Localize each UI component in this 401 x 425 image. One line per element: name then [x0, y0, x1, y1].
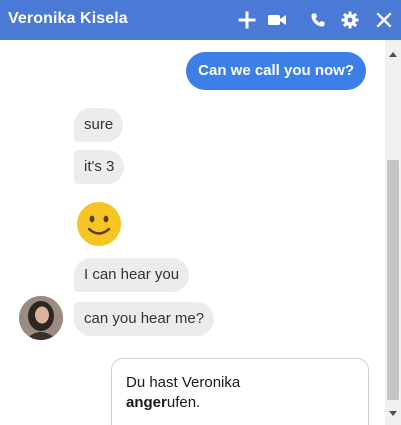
video-camera-icon[interactable]	[265, 8, 289, 32]
call-notice-line2: angerufen.	[126, 393, 354, 413]
chat-window: Veronika Kisela Can we call you now? sur…	[0, 0, 401, 425]
contact-name[interactable]: Veronika Kisela	[8, 10, 128, 28]
message-list-scrollbar[interactable]	[385, 40, 401, 425]
scroll-down-icon[interactable]	[389, 411, 397, 416]
outgoing-message-bubble[interactable]: Can we call you now?	[186, 52, 366, 90]
call-notice-rest-text: ufen.	[166, 394, 201, 411]
call-notice-card[interactable]: Du hast Veronika angerufen.	[111, 358, 369, 425]
contact-avatar[interactable]	[19, 296, 63, 340]
call-notice-line1: Du hast Veronika	[126, 374, 241, 391]
chat-header: Veronika Kisela	[0, 0, 401, 40]
scroll-up-icon[interactable]	[389, 52, 397, 57]
scrollbar-thumb[interactable]	[387, 160, 399, 400]
phone-icon[interactable]	[306, 8, 330, 32]
call-notice-bold-text: anger	[126, 394, 167, 411]
incoming-message-bubble[interactable]: I can hear you	[74, 258, 190, 292]
slightly-smiling-face-icon[interactable]	[75, 200, 123, 248]
message-list[interactable]: Can we call you now? sure it's 3 I can h…	[0, 40, 385, 425]
incoming-message-bubble[interactable]: can you hear me?	[74, 302, 215, 336]
gear-icon[interactable]	[338, 8, 362, 32]
plus-icon[interactable]	[235, 8, 259, 32]
incoming-message-bubble[interactable]: it's 3	[74, 150, 125, 184]
incoming-message-bubble[interactable]: sure	[74, 108, 124, 142]
close-icon[interactable]	[372, 8, 396, 32]
